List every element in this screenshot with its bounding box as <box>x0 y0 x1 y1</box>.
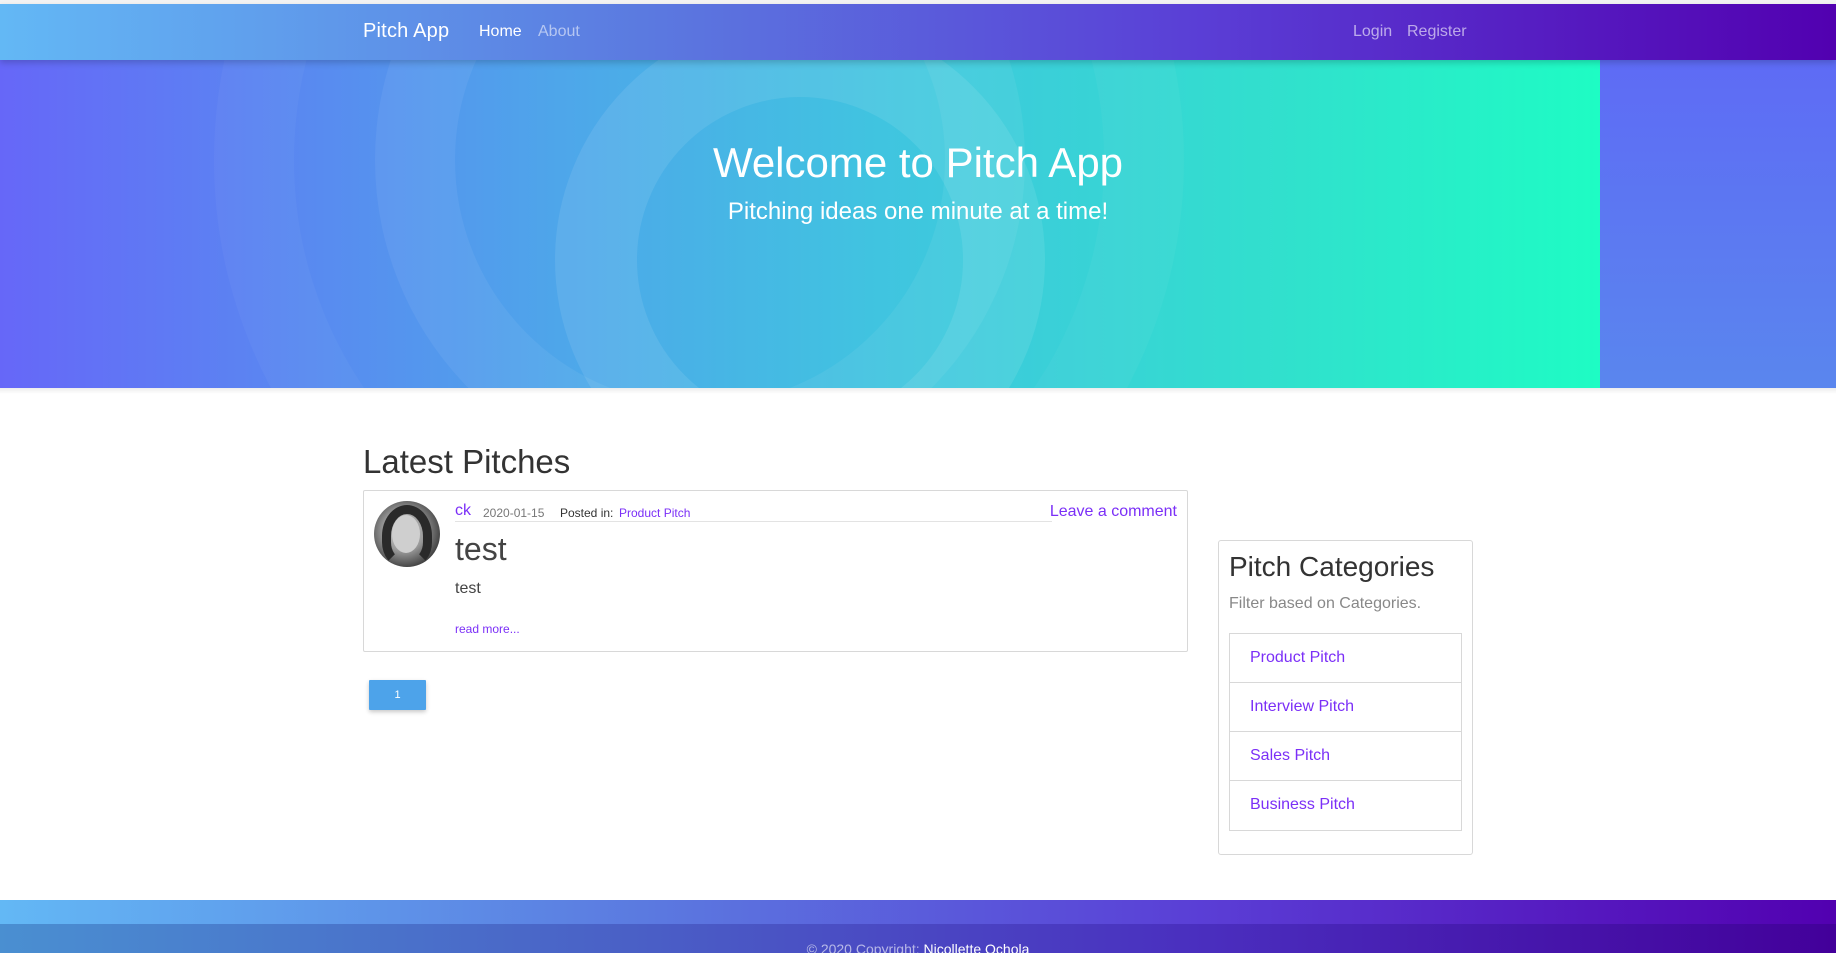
hero-subtitle: Pitching ideas one minute at a time! <box>727 198 1109 225</box>
latest-pitches-heading: Latest Pitches <box>363 443 571 480</box>
posted-in-label: Posted in: <box>560 506 614 520</box>
footer-author-link[interactable]: Nicollette Ochola <box>924 941 1030 953</box>
pitch-categories-sidebar: Pitch Categories Filter based on Categor… <box>1218 540 1473 855</box>
category-item-business-pitch[interactable]: Business Pitch <box>1230 781 1461 830</box>
category-item-sales-pitch[interactable]: Sales Pitch <box>1230 732 1461 781</box>
author-avatar[interactable] <box>374 501 440 567</box>
sidebar-subtitle: Filter based on Categories. <box>1229 595 1422 612</box>
pitch-meta: ck 2020-01-15 Posted in: Product Pitch <box>455 502 1052 522</box>
leave-comment-link[interactable]: Leave a comment <box>1050 503 1177 521</box>
pitch-date: 2020-01-15 <box>483 506 545 520</box>
brand-link[interactable]: Pitch App <box>363 20 449 43</box>
read-more-link[interactable]: read more... <box>455 622 520 636</box>
category-item-product-pitch[interactable]: Product Pitch <box>1230 634 1461 683</box>
avatar-face <box>392 515 420 553</box>
nav-login-link[interactable]: Login <box>1353 23 1392 41</box>
nav-about-link[interactable]: About <box>538 23 580 41</box>
navbar: Pitch App Home About Login Register <box>0 4 1836 60</box>
sidebar-title: Pitch Categories <box>1229 551 1435 582</box>
nav-home-link[interactable]: Home <box>479 23 522 41</box>
pitch-author-link[interactable]: ck <box>455 502 471 520</box>
pitch-title: test <box>455 531 507 567</box>
footer-copyright-label: © 2020 Copyright: <box>806 941 920 953</box>
hero-title: Welcome to Pitch App <box>712 139 1124 186</box>
pagination-page-button[interactable]: 1 <box>369 680 426 710</box>
pitch-card: ck 2020-01-15 Posted in: Product Pitch L… <box>363 490 1188 652</box>
footer: © 2020 Copyright: Nicollette Ochola <box>0 924 1836 953</box>
nav-register-link[interactable]: Register <box>1407 23 1467 41</box>
footer-band <box>0 900 1836 924</box>
pitch-body: test <box>455 580 481 597</box>
pitch-category-link[interactable]: Product Pitch <box>619 506 690 520</box>
hero-shadow <box>0 388 1836 394</box>
footer-copyright: © 2020 Copyright: Nicollette Ochola <box>0 941 1836 953</box>
category-list: Product Pitch Interview Pitch Sales Pitc… <box>1229 633 1462 831</box>
hero-section: Welcome to Pitch App Pitching ideas one … <box>0 60 1836 388</box>
category-item-interview-pitch[interactable]: Interview Pitch <box>1230 683 1461 732</box>
